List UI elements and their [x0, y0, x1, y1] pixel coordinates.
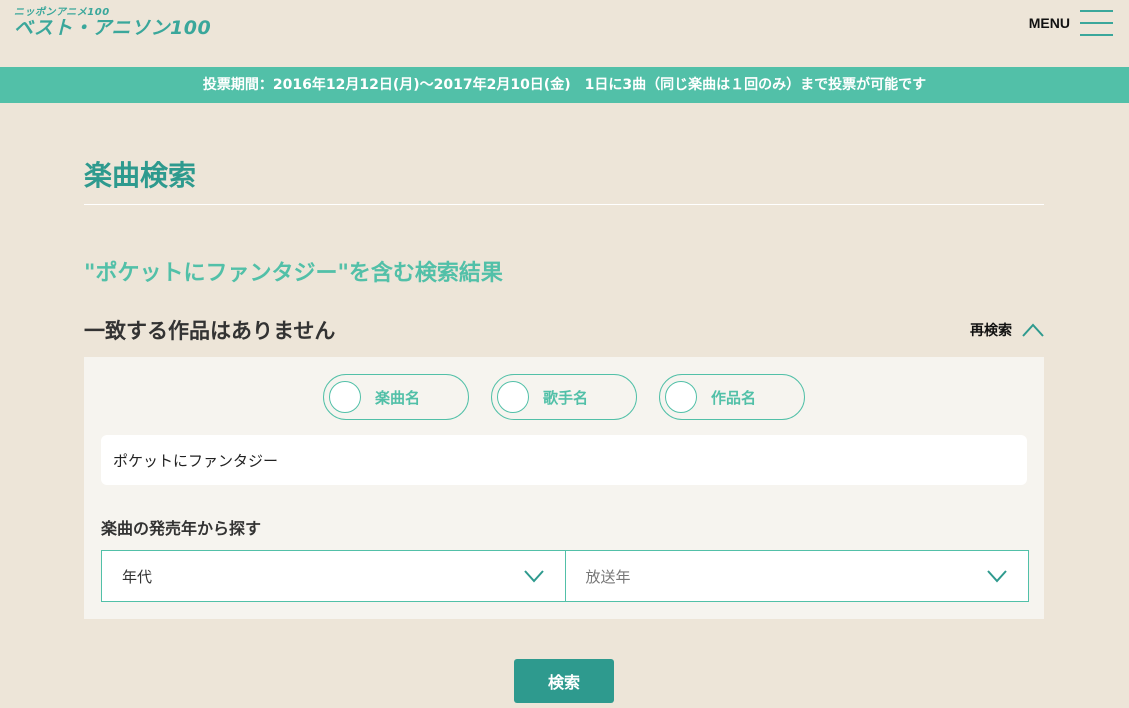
- radio-artist-name[interactable]: 歌手名: [491, 374, 637, 420]
- no-result-message: 一致する作品はありません: [84, 319, 336, 343]
- site-logo[interactable]: ニッポンアニメ100 ベスト・アニソン100: [14, 8, 211, 38]
- year-section-label: 楽曲の発売年から探す: [101, 519, 262, 538]
- result-heading: "ポケットにファンタジー"を含む検索結果: [84, 261, 503, 286]
- chevron-down-icon: [987, 570, 1007, 583]
- menu-label: MENU: [1028, 15, 1070, 31]
- radio-label: 楽曲名: [375, 388, 421, 407]
- header: ニッポンアニメ100 ベスト・アニソン100 MENU: [0, 0, 1129, 67]
- search-button[interactable]: 検索: [514, 659, 614, 703]
- radio-label: 作品名: [711, 388, 757, 407]
- search-panel: 楽曲名 歌手名 作品名 楽曲の発売年から探す 年代 放送年: [84, 357, 1044, 619]
- chevron-down-icon: [523, 570, 544, 583]
- radio-song-title[interactable]: 楽曲名: [323, 374, 469, 420]
- logo-title: ベスト・アニソン100: [14, 17, 212, 39]
- broadcast-year-placeholder: 放送年: [585, 567, 631, 586]
- search-type-radios: 楽曲名 歌手名 作品名: [323, 374, 805, 420]
- radio-circle-icon: [665, 381, 697, 413]
- radio-circle-icon: [329, 381, 361, 413]
- page-title: 楽曲検索: [84, 103, 1044, 205]
- broadcast-year-select[interactable]: 放送年: [564, 551, 1029, 601]
- result-status-row: 一致する作品はありません 再検索: [84, 315, 1044, 345]
- hamburger-icon: [1080, 10, 1113, 36]
- radio-label: 歌手名: [543, 388, 589, 407]
- chevron-up-icon: [1022, 323, 1044, 337]
- search-input[interactable]: [101, 435, 1027, 485]
- main-content: 楽曲検索 "ポケットにファンタジー"を含む検索結果 一致する作品はありません 再…: [84, 103, 1044, 703]
- menu-button[interactable]: MENU: [1029, 10, 1113, 36]
- decade-select-value: 年代: [122, 567, 153, 586]
- radio-circle-icon: [497, 381, 529, 413]
- voting-period-banner: 投票期間：2016年12月12日(月)〜2017年2月10日(金) 1日に3曲（…: [0, 67, 1129, 103]
- decade-select[interactable]: 年代: [102, 551, 565, 601]
- research-toggle[interactable]: 再検索: [970, 320, 1044, 340]
- radio-work-title[interactable]: 作品名: [659, 374, 805, 420]
- year-selects: 年代 放送年: [101, 550, 1029, 602]
- research-label: 再検索: [970, 323, 1012, 339]
